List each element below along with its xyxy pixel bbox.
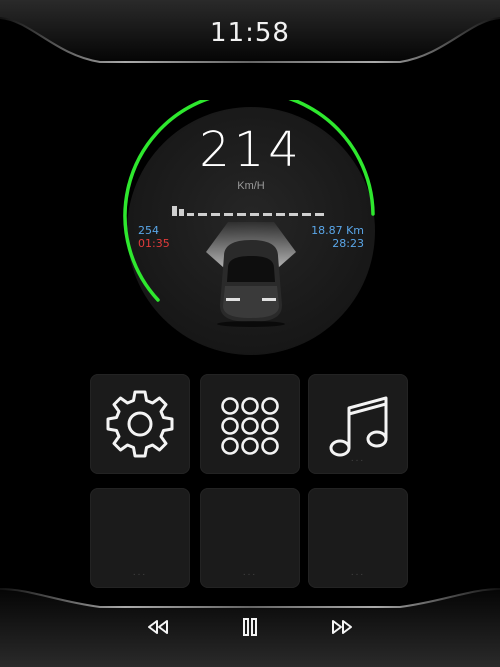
apps-grid-icon [221,397,279,455]
left-stat-bottom: 01:35 [138,237,170,250]
settings-tile[interactable] [90,374,190,474]
tile-dots: ... [242,567,258,578]
gear-icon [106,390,174,458]
music-note-icon [329,396,388,457]
tile-dots: ... [350,567,366,578]
fast-forward-icon [332,620,352,634]
music-tile[interactable]: ... [308,374,408,474]
speed-unit: Km/H [237,180,265,192]
empty-tile-3[interactable]: ... [308,488,408,588]
fast-forward-button[interactable] [322,612,362,642]
trip-time-value: 28:23 [332,237,364,250]
pause-icon [243,618,257,636]
rewind-icon [148,620,168,634]
tile-dots: ... [132,567,148,578]
speedometer: 214 Km/H 254 01:35 18.87 Km 28:23 [120,100,382,362]
empty-tile-2[interactable]: ... [200,488,300,588]
speed-value: 214 [199,122,303,178]
rewind-button[interactable] [138,612,178,642]
tile-dots: ... [350,453,366,464]
distance-value: 18.87 Km [311,224,364,237]
left-stat-top: 254 [138,224,159,237]
apps-tile[interactable] [200,374,300,474]
pause-button[interactable] [230,612,270,642]
empty-tile-1[interactable]: ... [90,488,190,588]
clock: 11:58 [210,18,290,48]
car-image [217,240,285,327]
